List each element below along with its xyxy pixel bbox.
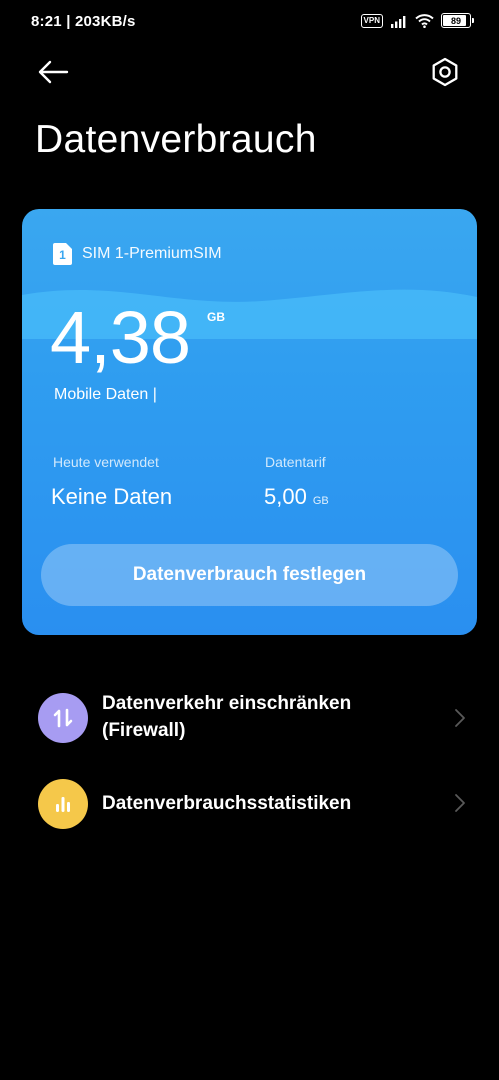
menu-label-firewall-line1: Datenverkehr einschränken bbox=[102, 693, 352, 714]
settings-button[interactable] bbox=[428, 55, 462, 89]
back-button[interactable] bbox=[36, 56, 72, 88]
menu-item-firewall[interactable]: Datenverkehr einschränken (Firewall) bbox=[0, 690, 499, 750]
mobile-data-caption[interactable]: Mobile Daten | bbox=[54, 386, 157, 404]
sim-label: SIM 1-PremiumSIM bbox=[82, 245, 222, 262]
data-plan-value: 5,00 bbox=[264, 484, 307, 509]
settings-hexagon-icon bbox=[432, 57, 458, 87]
status-icons: VPN 89 bbox=[360, 13, 474, 28]
sim-indicator: 1 SIM 1-PremiumSIM bbox=[53, 243, 222, 265]
today-used-value: Keine Daten bbox=[51, 484, 173, 509]
menu-label-firewall-line2: (Firewall) bbox=[102, 720, 186, 741]
sim-number: 1 bbox=[59, 248, 66, 262]
bar-chart-icon bbox=[56, 797, 70, 812]
mobile-data-usage-unit: GB bbox=[207, 310, 225, 324]
today-used-label: Heute verwendet bbox=[53, 454, 159, 470]
page-title: Datenverbrauch bbox=[35, 118, 317, 161]
up-down-arrows-icon bbox=[53, 708, 73, 728]
battery-icon: 89 bbox=[441, 13, 474, 28]
status-bar: 8:21 | 203KB/s VPN 89 bbox=[0, 0, 499, 44]
signal-icon bbox=[391, 15, 406, 28]
vpn-badge: VPN bbox=[360, 13, 383, 28]
data-plan-value-row[interactable]: 5,00 GB bbox=[264, 484, 329, 510]
data-plan-unit: GB bbox=[312, 495, 329, 507]
firewall-icon-circle bbox=[38, 693, 88, 743]
wifi-icon bbox=[415, 13, 434, 28]
chevron-right-icon bbox=[455, 794, 465, 812]
sim-card-icon: 1 bbox=[53, 243, 72, 265]
battery-level: 89 bbox=[450, 15, 461, 26]
menu-label-statistics: Datenverbrauchsstatistiken bbox=[102, 793, 352, 814]
menu-item-statistics[interactable]: Datenverbrauchsstatistiken bbox=[0, 776, 499, 832]
status-time-speed: 8:21 | 203KB/s bbox=[31, 13, 136, 30]
statistics-icon-circle bbox=[38, 779, 88, 829]
chevron-right-icon bbox=[455, 709, 465, 727]
back-arrow-icon bbox=[38, 60, 69, 84]
data-usage-card: 1 SIM 1-PremiumSIM 4,38 GB Mobile Daten … bbox=[22, 209, 477, 635]
data-plan-label: Datentarif bbox=[265, 454, 326, 470]
menu-label-firewall: Datenverkehr einschränken (Firewall) bbox=[102, 690, 351, 744]
set-data-usage-button[interactable]: Datenverbrauch festlegen bbox=[41, 544, 458, 606]
mobile-data-usage-value: 4,38 bbox=[50, 296, 191, 379]
